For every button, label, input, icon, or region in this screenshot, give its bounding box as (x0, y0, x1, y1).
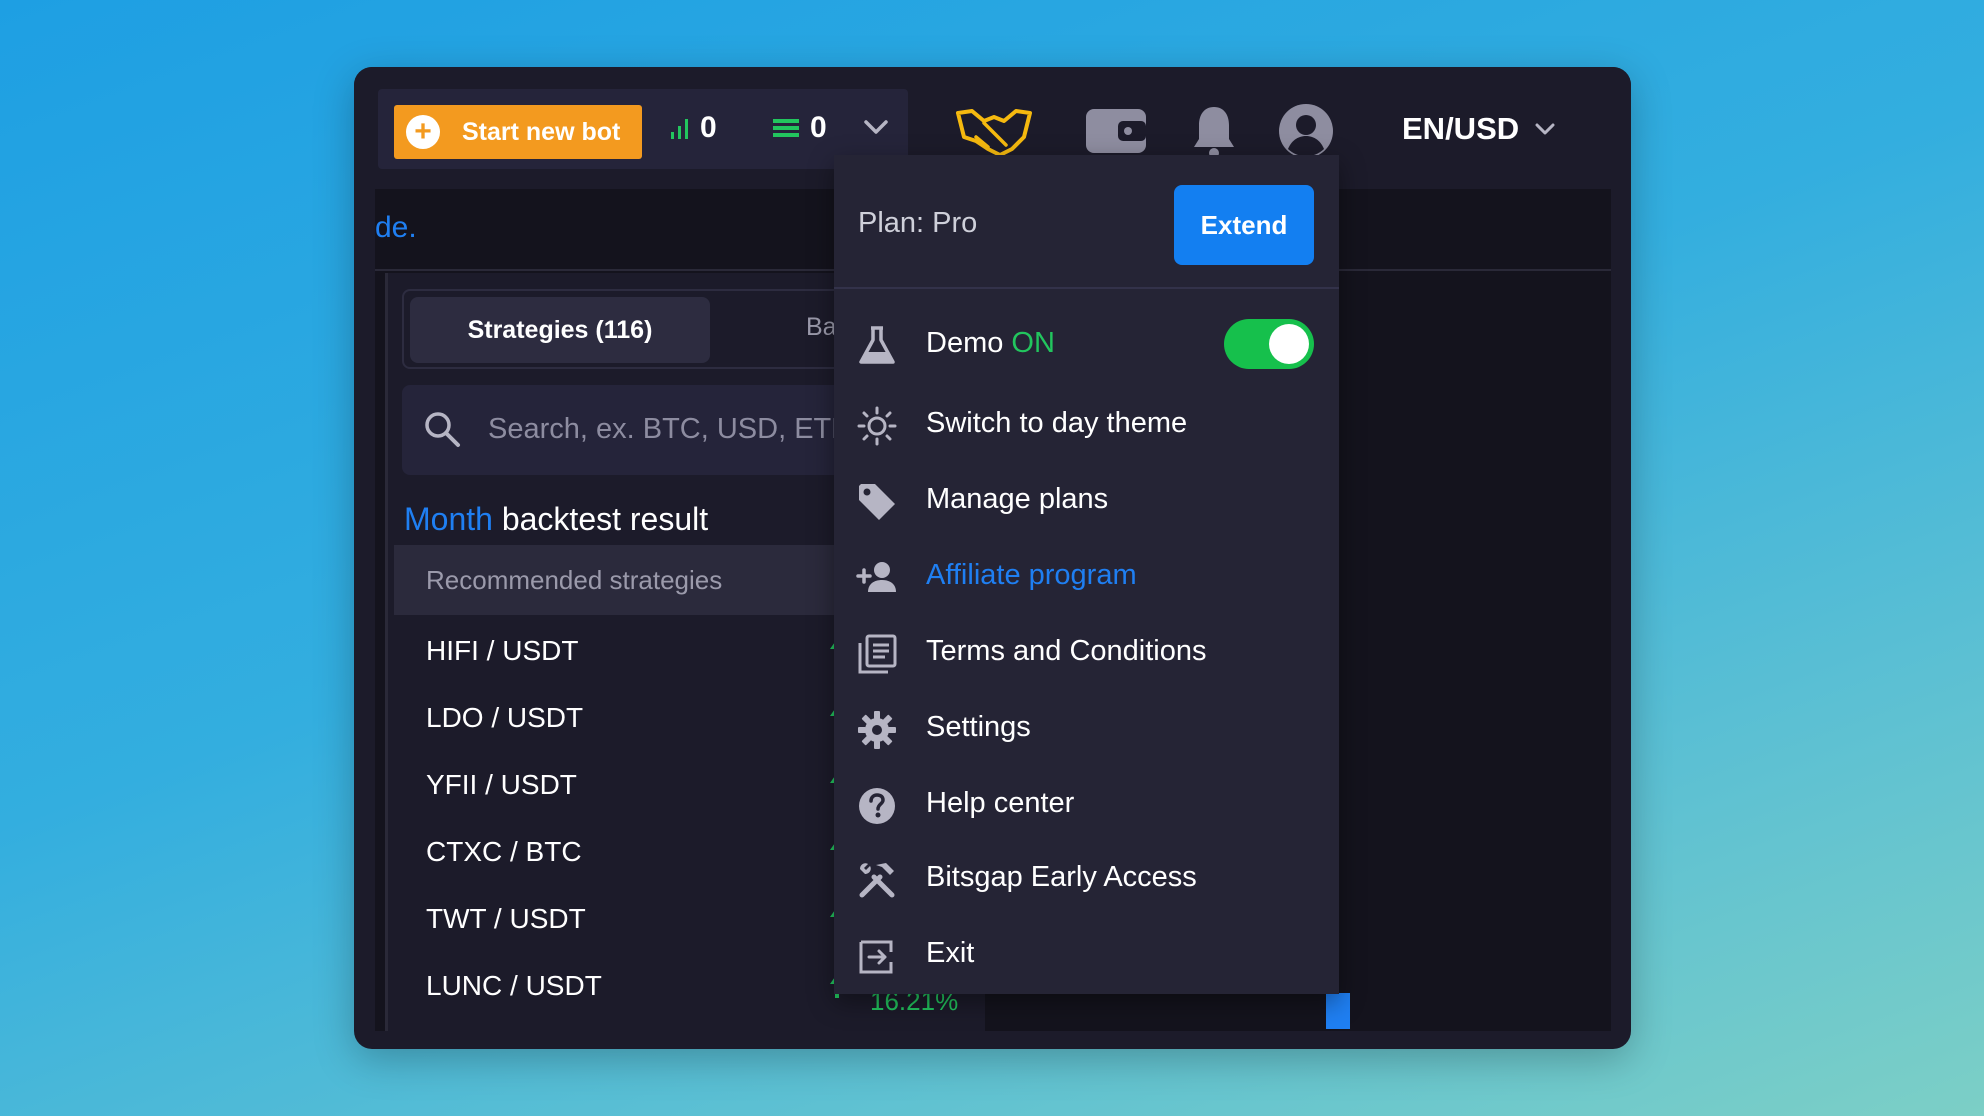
search-icon (425, 412, 460, 447)
menu-item-manage-plans[interactable]: Manage plans (834, 469, 1339, 529)
menu-label: Manage plans (926, 483, 1109, 515)
gear-icon (856, 709, 898, 751)
search-input[interactable] (488, 407, 888, 451)
flask-icon (856, 325, 898, 367)
active-bots-counter[interactable]: 0 (670, 111, 717, 145)
pair-name: LUNC / USDT (426, 969, 602, 1001)
tag-icon (856, 481, 898, 523)
start-new-bot-button[interactable]: + Start new bot (394, 105, 642, 159)
menu-item-affiliate[interactable]: Affiliate program (834, 545, 1339, 605)
tools-icon (856, 859, 898, 901)
menu-item-settings[interactable]: Settings (834, 697, 1339, 757)
tab-backtest[interactable]: Ba (806, 313, 837, 342)
language-currency-selector[interactable]: EN/USD (1402, 111, 1559, 147)
chevron-down-icon[interactable] (856, 107, 896, 147)
demo-state: ON (1011, 327, 1055, 359)
backtest-label: backtest result (501, 501, 709, 537)
menu-item-terms[interactable]: Terms and Conditions (834, 621, 1339, 681)
menu-label: Affiliate program (926, 559, 1137, 591)
menu-label: Switch to day theme (926, 407, 1188, 439)
exit-icon (856, 935, 898, 977)
pair-name: LDO / USDT (426, 701, 584, 733)
list-icon (773, 119, 799, 137)
menu-item-help[interactable]: Help center (834, 773, 1339, 833)
menu-item-demo[interactable]: Demo ON (834, 313, 1339, 373)
user-avatar-icon[interactable] (1276, 99, 1336, 163)
start-new-bot-label: Start new bot (462, 117, 621, 146)
orders-counter[interactable]: 0 (772, 111, 827, 145)
menu-item-day-theme[interactable]: Switch to day theme (834, 393, 1339, 453)
pair-name: YFII / USDT (426, 768, 577, 800)
user-menu-dropdown: Plan: Pro Extend Demo ON Switch to day t… (834, 155, 1339, 994)
menu-label: Help center (926, 787, 1075, 819)
menu-item-exit[interactable]: Exit (834, 923, 1339, 983)
menu-label: Exit (926, 937, 975, 969)
menu-label: Settings (926, 711, 1031, 743)
chart-bar (1326, 993, 1350, 1029)
add-user-icon (856, 557, 898, 599)
pair-name: TWT / USDT (426, 902, 586, 934)
demo-label: Demo (926, 327, 1004, 359)
pair-name: HIFI / USDT (426, 634, 579, 666)
orders-count: 0 (810, 111, 827, 144)
backtest-heading: Month backtest result (404, 501, 708, 538)
demo-toggle[interactable] (1224, 319, 1314, 369)
language-currency-label: EN/USD (1402, 111, 1520, 146)
pair-name: CTXC / BTC (426, 835, 582, 867)
notice-link[interactable]: de. (375, 211, 417, 245)
menu-item-early-access[interactable]: Bitsgap Early Access (834, 847, 1339, 907)
menu-label: Bitsgap Early Access (926, 861, 1197, 893)
menu-label: Terms and Conditions (926, 635, 1207, 667)
handshake-icon[interactable] (952, 99, 1036, 163)
wallet-icon[interactable] (1082, 99, 1150, 163)
bell-icon[interactable] (1186, 99, 1242, 163)
plus-icon: + (406, 115, 440, 149)
toggle-knob (1269, 324, 1309, 364)
question-icon (856, 785, 898, 827)
plan-label: Plan: Pro (858, 207, 978, 239)
document-icon (856, 633, 898, 675)
active-bots-count: 0 (700, 111, 717, 144)
signal-bars-icon (671, 119, 688, 139)
sun-icon (856, 405, 898, 447)
plan-row: Plan: Pro Extend (834, 155, 1339, 289)
extend-button[interactable]: Extend (1174, 185, 1314, 265)
tab-strategies[interactable]: Strategies (116) (410, 297, 710, 363)
period-selector[interactable]: Month (404, 501, 493, 537)
chevron-down-icon (1535, 123, 1555, 135)
